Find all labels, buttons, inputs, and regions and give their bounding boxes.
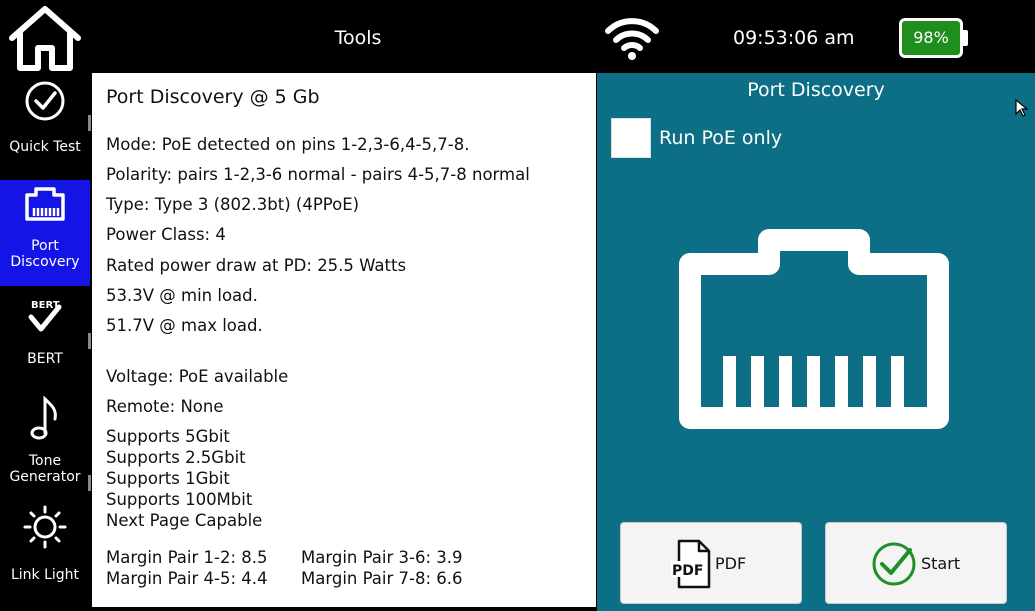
supports-line: Supports 5Gbit xyxy=(106,427,230,446)
scroll-marker xyxy=(88,333,91,349)
mouse-cursor-icon xyxy=(1015,99,1029,117)
sidebar-item-label: BERT xyxy=(27,351,63,367)
clock: 09:53:06 am xyxy=(733,27,855,49)
check-circle-icon xyxy=(872,542,916,586)
top-bar: Tools 09:53:06 am 98% xyxy=(0,0,1035,73)
rated-power-line: Rated power draw at PD: 25.5 Watts xyxy=(106,256,407,275)
margin-pair-4-5: Margin Pair 4-5: 4.4 xyxy=(106,569,268,588)
type-line: Type: Type 3 (802.3bt) (4PPoE) xyxy=(106,195,360,214)
sidebar-item-link-light[interactable]: Link Light xyxy=(0,505,90,587)
start-button-label: Start xyxy=(921,554,961,573)
supports-line: Next Page Capable xyxy=(106,511,263,530)
max-load-line: 51.7V @ max load. xyxy=(106,316,263,335)
wifi-icon xyxy=(605,18,659,60)
sun-icon xyxy=(23,505,67,549)
pdf-file-icon: PDF xyxy=(671,539,711,589)
results-heading: Port Discovery @ 5 Gb xyxy=(106,86,320,108)
margin-pair-3-6: Margin Pair 3-6: 3.9 xyxy=(301,548,463,567)
sidebar-item-label: Generator xyxy=(9,469,81,485)
app-title: Tools xyxy=(334,27,382,49)
results-panel: Port Discovery @ 5 Gb Mode: PoE detected… xyxy=(92,73,596,607)
pdf-button-label: PDF xyxy=(715,554,747,573)
check-circle-icon xyxy=(25,81,65,121)
scroll-marker xyxy=(88,115,91,131)
music-note-icon xyxy=(30,395,57,440)
mode-line: Mode: PoE detected on pins 1-2,3-6,4-5,7… xyxy=(106,135,470,154)
pdf-button[interactable]: PDF PDF xyxy=(620,522,802,604)
battery-percent: 98% xyxy=(913,28,949,47)
sidebar-item-label: Discovery xyxy=(10,254,80,270)
power-class-line: Power Class: 4 xyxy=(106,225,226,244)
ethernet-port-icon xyxy=(679,229,949,429)
battery-terminal xyxy=(963,30,968,46)
pane-title: Port Discovery xyxy=(747,79,885,101)
scroll-marker xyxy=(88,475,91,491)
bert-icon: BERT xyxy=(28,300,62,332)
run-poe-only-checkbox[interactable] xyxy=(611,118,651,158)
margin-pair-1-2: Margin Pair 1-2: 8.5 xyxy=(106,548,268,567)
sidebar-item-port-discovery[interactable]: Port Discovery xyxy=(0,180,90,286)
margin-pair-7-8: Margin Pair 7-8: 6.6 xyxy=(301,569,463,588)
ethernet-port-icon xyxy=(25,187,65,221)
supports-line: Supports 100Mbit xyxy=(106,490,253,509)
sidebar-item-bert[interactable]: BERT BERT xyxy=(0,295,90,375)
polarity-line: Polarity: pairs 1-2,3-6 normal - pairs 4… xyxy=(106,165,530,184)
svg-text:PDF: PDF xyxy=(672,563,703,579)
sidebar-item-label: Link Light xyxy=(10,567,80,583)
start-button[interactable]: Start xyxy=(825,522,1007,604)
sidebar-item-quick-test[interactable]: Quick Test xyxy=(0,77,90,179)
sidebar-item-label: Port xyxy=(31,238,59,254)
run-poe-only-label[interactable]: Run PoE only xyxy=(659,127,782,149)
sidebar: Quick Test Port Discovery BERT BERT Tone xyxy=(0,73,91,611)
supports-line: Supports 1Gbit xyxy=(106,469,230,488)
battery-indicator: 98% xyxy=(899,18,969,58)
voltage-line: Voltage: PoE available xyxy=(106,367,289,386)
sidebar-item-label: Quick Test xyxy=(9,139,81,155)
sidebar-item-tone-generator[interactable]: Tone Generator xyxy=(0,395,90,495)
min-load-line: 53.3V @ min load. xyxy=(106,286,258,305)
supports-line: Supports 2.5Gbit xyxy=(106,448,246,467)
port-discovery-pane: Port Discovery Run PoE only PDF PDF Star… xyxy=(597,73,1035,611)
sidebar-item-label: Tone xyxy=(28,453,62,469)
home-icon[interactable] xyxy=(6,4,84,72)
remote-line: Remote: None xyxy=(106,397,224,416)
